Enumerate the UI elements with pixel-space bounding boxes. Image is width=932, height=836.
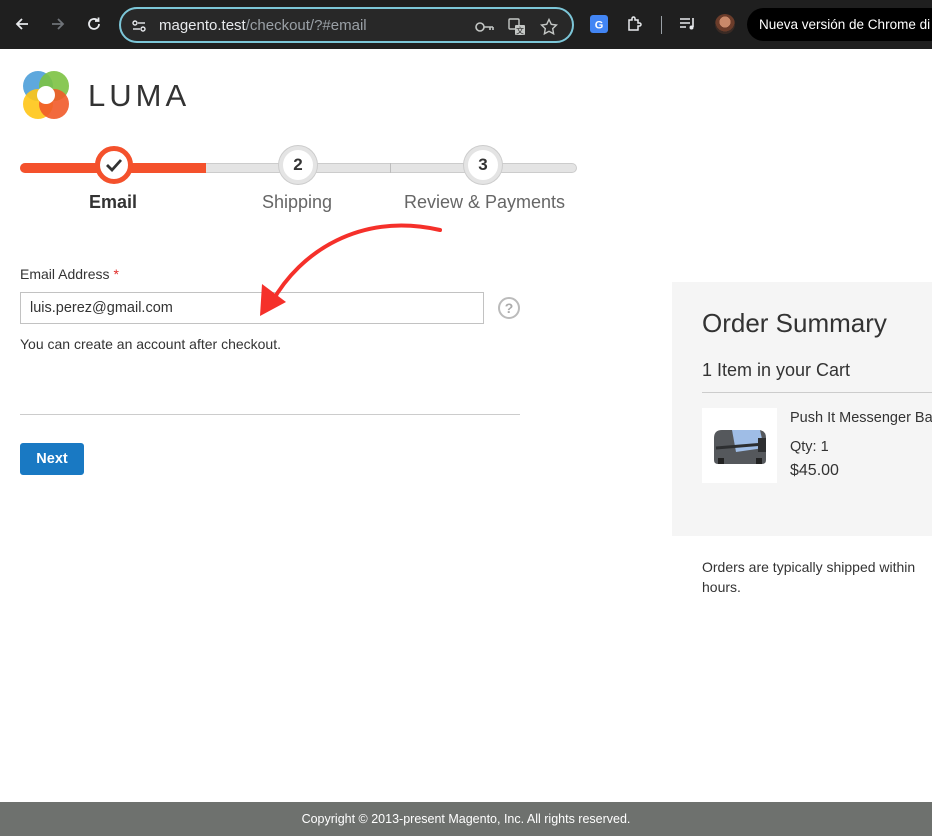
reload-icon	[88, 17, 100, 30]
url-text: magento.test/checkout/?#email	[159, 17, 367, 34]
product-name: Push It Messenger Bag	[790, 410, 932, 426]
progress-divider	[390, 163, 391, 173]
checkmark-icon	[106, 159, 123, 172]
url-host: magento.test	[159, 17, 246, 34]
step-email-label: Email	[89, 192, 138, 212]
account-note: You can create an account after checkout…	[20, 336, 281, 352]
step-review-circle[interactable]: 3	[464, 146, 502, 184]
product-qty: Qty: 1	[790, 439, 829, 455]
step-shipping-circle[interactable]: 2	[279, 146, 317, 184]
cart-items-toggle[interactable]: 1 Item in your Cart	[702, 360, 850, 381]
required-mark: *	[113, 266, 119, 282]
form-divider	[20, 414, 520, 415]
order-summary: Order Summary 1 Item in your Cart Push I…	[672, 282, 932, 536]
help-tooltip-icon[interactable]: ?	[498, 297, 520, 319]
step-shipping-label[interactable]: Shipping	[262, 192, 332, 213]
svg-text:文: 文	[516, 26, 524, 36]
annotation-arrow-icon	[260, 223, 442, 316]
chrome-update-button[interactable]: Nueva versión de Chrome di	[747, 8, 932, 41]
svg-text:G: G	[595, 20, 604, 32]
email-label: Email Address *	[20, 266, 119, 282]
translate-icon[interactable]: 文	[507, 17, 527, 37]
product-price: $45.00	[790, 462, 839, 479]
page: magento.test/checkout/?#email 文 G Nueva …	[0, 0, 932, 836]
copyright-text: Copyright © 2013-present Magento, Inc. A…	[301, 812, 631, 826]
footer: Copyright © 2013-present Magento, Inc. A…	[0, 802, 932, 836]
back-button[interactable]	[10, 12, 34, 36]
step-email-circle	[95, 146, 133, 184]
extensions-puzzle-icon[interactable]	[624, 13, 646, 35]
bookmark-star-icon[interactable]	[539, 17, 559, 37]
luma-logo[interactable]	[20, 70, 72, 122]
arrow-left-icon	[15, 18, 28, 30]
address-bar[interactable]: magento.test/checkout/?#email 文	[119, 7, 574, 43]
password-key-icon[interactable]	[475, 17, 495, 37]
product-thumbnail	[702, 408, 777, 483]
order-summary-title: Order Summary	[702, 308, 887, 338]
shipping-note: Orders are typically shipped within hour…	[702, 559, 916, 595]
media-queue-icon[interactable]	[677, 13, 699, 35]
step-number: 3	[478, 155, 488, 174]
store-name[interactable]: LUMA	[88, 78, 190, 114]
summary-divider	[702, 392, 932, 393]
google-translate-extension-icon[interactable]: G	[588, 13, 610, 35]
url-path: /checkout/?#email	[245, 17, 367, 34]
arrow-right-icon	[52, 18, 65, 30]
step-review-label[interactable]: Review & Payments	[404, 192, 565, 213]
site-settings-icon[interactable]	[131, 18, 147, 34]
step-number: 2	[293, 155, 303, 174]
next-button[interactable]: Next	[20, 443, 84, 475]
email-label-text: Email Address	[20, 266, 110, 282]
toolbar-separator	[661, 16, 662, 34]
forward-button[interactable]	[46, 12, 70, 36]
reload-button[interactable]	[82, 12, 106, 36]
browser-toolbar: magento.test/checkout/?#email 文 G Nueva …	[0, 0, 932, 49]
profile-avatar[interactable]	[715, 14, 735, 34]
